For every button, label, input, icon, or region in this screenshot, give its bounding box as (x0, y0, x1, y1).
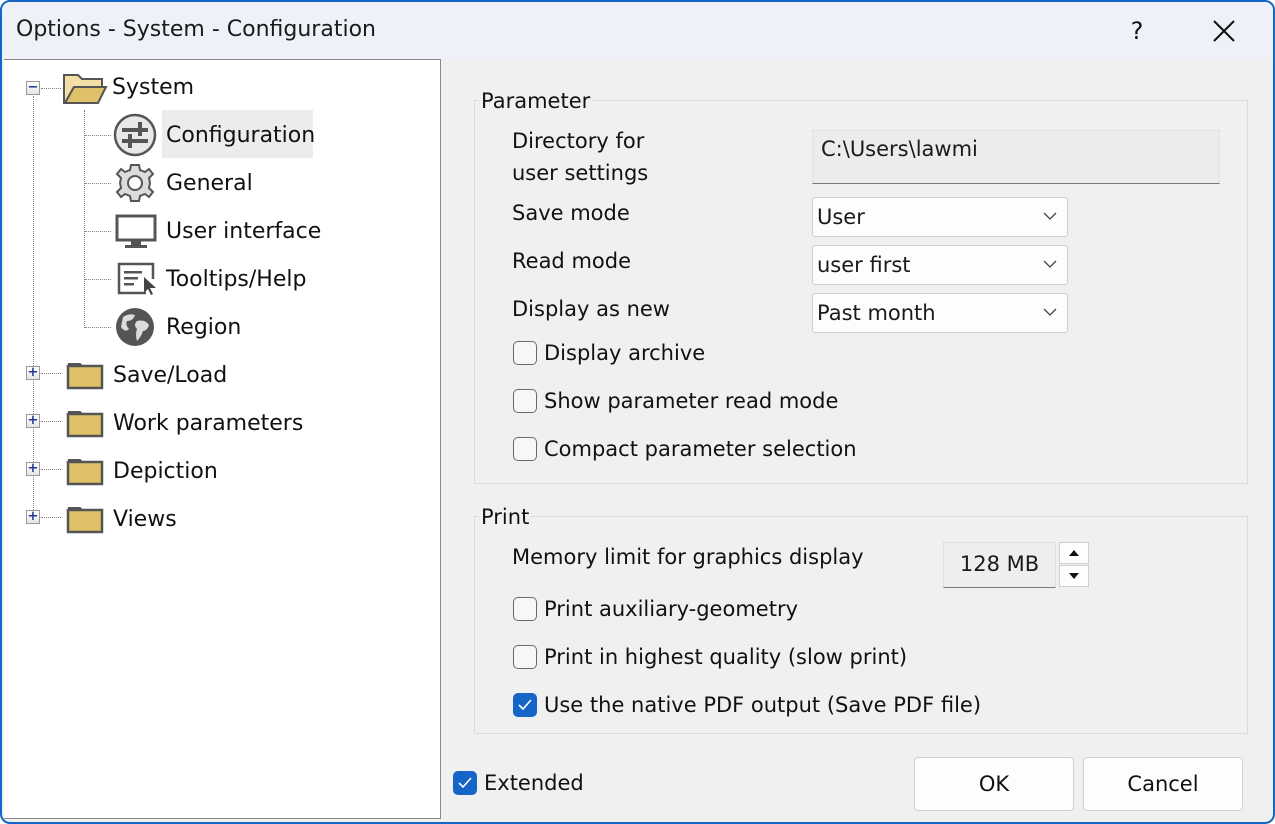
tree-connector (84, 110, 85, 328)
tree-connector (85, 183, 111, 184)
extended-label[interactable]: Extended (484, 771, 584, 795)
tree-item-tooltips-help[interactable]: Tooltips/Help (112, 256, 332, 302)
compact-selection-label[interactable]: Compact parameter selection (544, 437, 857, 461)
directory-field[interactable]: C:\Users\lawmi (812, 130, 1220, 184)
expand-save-load-toggle[interactable]: + (26, 366, 40, 380)
tree-connector (85, 279, 111, 280)
help-button[interactable]: ? (1120, 14, 1154, 48)
tree-item-region[interactable]: Region (112, 304, 332, 350)
parameter-group-title: Parameter (479, 89, 593, 113)
options-dialog: Options - System - Configuration ? − Sys… (0, 0, 1275, 824)
memory-limit-field[interactable]: 128 MB (943, 542, 1056, 588)
tree-item-depiction[interactable]: Depiction (62, 448, 302, 494)
tree-item-configuration[interactable]: Configuration (112, 112, 322, 158)
memory-increment-button[interactable] (1059, 542, 1089, 564)
tree-connector (41, 421, 61, 422)
tree-item-user-interface[interactable]: User interface (112, 208, 332, 254)
tooltip-icon (117, 262, 156, 295)
show-read-mode-label[interactable]: Show parameter read mode (544, 389, 838, 413)
directory-label: Directory for (512, 129, 645, 153)
chevron-down-icon (1043, 212, 1057, 220)
tree-item-label: User interface (166, 219, 322, 244)
ok-button[interactable]: OK (914, 757, 1074, 811)
tree-item-label: Views (113, 507, 177, 532)
read-mode-value: user first (817, 253, 911, 277)
window-title: Options - System - Configuration (16, 17, 376, 42)
native-pdf-label[interactable]: Use the native PDF output (Save PDF file… (544, 693, 981, 717)
globe-icon (116, 308, 154, 346)
tree-connector (85, 327, 111, 328)
folder-icon (66, 411, 104, 438)
title-bar: Options - System - Configuration ? (2, 2, 1273, 59)
close-button[interactable] (1207, 14, 1241, 48)
tree-item-label: Depiction (113, 459, 218, 484)
folder-icon (66, 507, 104, 534)
expand-depiction-toggle[interactable]: + (26, 462, 40, 476)
print-high-quality-checkbox[interactable] (513, 645, 537, 669)
print-aux-geometry-checkbox[interactable] (513, 597, 537, 621)
gear-icon (115, 164, 155, 202)
read-mode-label: Read mode (512, 249, 631, 273)
monitor-icon (115, 214, 157, 248)
checkmark-icon (518, 699, 532, 711)
folder-icon (66, 459, 104, 486)
tree-connector (41, 373, 61, 374)
tree-item-label: Tooltips/Help (166, 267, 307, 292)
print-aux-geometry-label[interactable]: Print auxiliary-geometry (544, 597, 798, 621)
tree-connector (41, 469, 61, 470)
close-icon (1213, 20, 1235, 42)
checkmark-icon (458, 777, 472, 789)
tree-item-general[interactable]: General (112, 160, 322, 206)
tree-item-label: System (112, 75, 195, 100)
tree-item-label: Save/Load (113, 363, 228, 388)
folder-icon (66, 363, 104, 390)
memory-limit-label: Memory limit for graphics display (512, 545, 864, 569)
tree-item-label: General (166, 171, 253, 196)
tree-item-system[interactable]: System (60, 65, 260, 111)
cancel-button[interactable]: Cancel (1083, 757, 1243, 811)
compact-selection-checkbox[interactable] (513, 437, 537, 461)
tree-connector (33, 96, 34, 518)
memory-decrement-button[interactable] (1059, 565, 1089, 587)
print-high-quality-label[interactable]: Print in highest quality (slow print) (544, 645, 907, 669)
display-archive-checkbox[interactable] (513, 341, 537, 365)
display-archive-label[interactable]: Display archive (544, 341, 705, 365)
arrow-up-icon (1069, 550, 1079, 556)
native-pdf-checkbox[interactable] (513, 693, 537, 717)
extended-checkbox[interactable] (453, 771, 477, 795)
tree-connector (41, 517, 61, 518)
display-new-label: Display as new (512, 297, 670, 321)
tree-item-save-load[interactable]: Save/Load (62, 352, 302, 398)
tree-connector (85, 231, 111, 232)
expand-views-toggle[interactable]: + (26, 510, 40, 524)
sliders-icon (113, 113, 157, 157)
arrow-down-icon (1069, 573, 1079, 579)
collapse-system-toggle[interactable]: − (26, 81, 40, 95)
options-tree[interactable]: − System Configuration General User inte… (4, 59, 441, 819)
print-group-title: Print (479, 505, 532, 529)
display-new-value: Past month (817, 301, 936, 325)
tree-connector (41, 88, 61, 89)
show-read-mode-checkbox[interactable] (513, 389, 537, 413)
tree-item-label: Region (166, 315, 242, 340)
tree-connector (85, 135, 111, 136)
tree-item-label: Configuration (166, 123, 316, 148)
expand-work-parameters-toggle[interactable]: + (26, 414, 40, 428)
tree-item-work-parameters[interactable]: Work parameters (62, 400, 322, 446)
read-mode-select[interactable]: user first (812, 245, 1068, 285)
folder-open-icon (63, 74, 108, 104)
tree-item-label: Work parameters (113, 411, 304, 436)
save-mode-label: Save mode (512, 201, 630, 225)
display-new-select[interactable]: Past month (812, 293, 1068, 333)
directory-label-line2: user settings (512, 161, 649, 185)
chevron-down-icon (1043, 308, 1057, 316)
tree-item-views[interactable]: Views (62, 496, 302, 542)
save-mode-select[interactable]: User (812, 197, 1068, 237)
save-mode-value: User (817, 205, 865, 229)
chevron-down-icon (1043, 260, 1057, 268)
